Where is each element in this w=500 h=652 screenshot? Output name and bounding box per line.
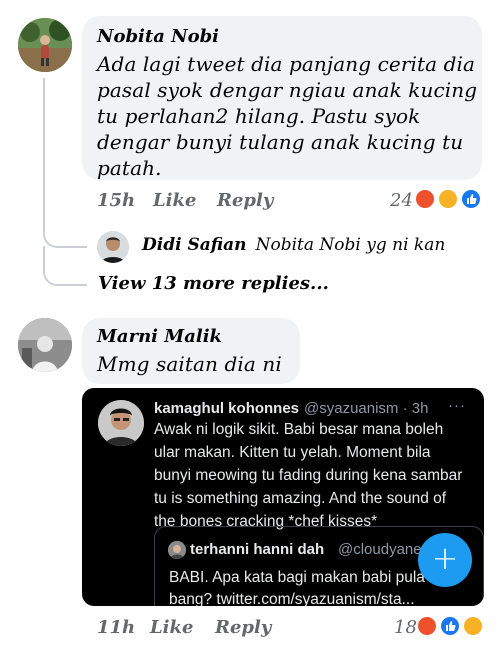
comment-text-line: tu perlahan2 hilang. Pastu syok <box>97 104 421 128</box>
quote-handle: @cloudyane <box>338 541 422 558</box>
more-icon: ··· <box>448 397 466 414</box>
reply-author[interactable]: Didi Safian <box>142 235 247 255</box>
compose-button[interactable]: + <box>418 533 472 587</box>
comment-author[interactable]: Marni Malik <box>97 326 222 348</box>
quote-text-line: bang? twitter.com/syazuanism/sta... <box>169 591 415 606</box>
angry-reaction-icon <box>414 188 436 210</box>
tweet-text-line: ular makan. Kitten tu yelah. Moment bila <box>154 444 431 461</box>
comment-text-line: pasal syok dengar ngiau anak kucing <box>97 78 478 102</box>
comment-bubble: Nobita Nobi Ada lagi tweet dia panjang c… <box>82 16 482 180</box>
comment-text-line: dengar bunyi tulang anak kucing tu <box>97 130 464 154</box>
like-reaction-icon <box>439 615 461 637</box>
comment-text: Mmg saitan dia ni <box>97 352 282 376</box>
thread-curve-view-more <box>43 246 87 286</box>
comment-text-line: Ada lagi tweet dia panjang cerita dia <box>97 52 476 76</box>
tweet-text-line: Awak ni logik sikit. Babi besar mana bol… <box>154 421 444 438</box>
view-more-replies-link[interactable]: View 13 more replies... <box>98 273 329 294</box>
tweet-author: kamaghul kohonnes <box>154 400 300 417</box>
like-reaction-icon <box>460 188 482 210</box>
like-button[interactable]: Like <box>150 617 193 638</box>
quote-text-line: BABI. Apa kata bagi makan babi pula <box>169 569 425 586</box>
comment-author[interactable]: Nobita Nobi <box>97 26 219 48</box>
tweet-text-line: bunyi meowing tu fading during kena samb… <box>154 467 463 484</box>
tweet-handle: @syazuanism · 3h <box>304 400 429 417</box>
comment-bubble: Marni Malik Mmg saitan dia ni <box>82 318 300 384</box>
quote-author: terhanni hanni dah <box>190 541 325 558</box>
reply-button[interactable]: Reply <box>217 190 273 211</box>
timestamp[interactable]: 15h <box>97 190 135 211</box>
tweet-avatar <box>98 400 144 446</box>
avatar[interactable] <box>97 231 129 263</box>
reply-button[interactable]: Reply <box>215 617 271 638</box>
like-button[interactable]: Like <box>153 190 196 211</box>
reply-line: Didi Safian Nobita Nobi yg ni kan <box>142 235 445 255</box>
quote-avatar <box>168 541 186 559</box>
reply-text: Nobita Nobi yg ni kan <box>255 235 446 255</box>
reaction-count[interactable]: 24 <box>390 190 413 211</box>
comment-text-line: patah. <box>97 156 162 180</box>
timestamp[interactable]: 11h <box>97 617 135 638</box>
reaction-count[interactable]: 18 <box>394 617 417 638</box>
tweet-text-line: tu is something amazing. And the sound o… <box>154 490 447 507</box>
avatar[interactable] <box>18 18 72 72</box>
angry-reaction-icon <box>416 615 438 637</box>
thread-curve-reply <box>43 226 87 248</box>
sad-reaction-icon <box>437 188 459 210</box>
wow-reaction-icon <box>462 615 484 637</box>
avatar[interactable] <box>18 318 72 372</box>
